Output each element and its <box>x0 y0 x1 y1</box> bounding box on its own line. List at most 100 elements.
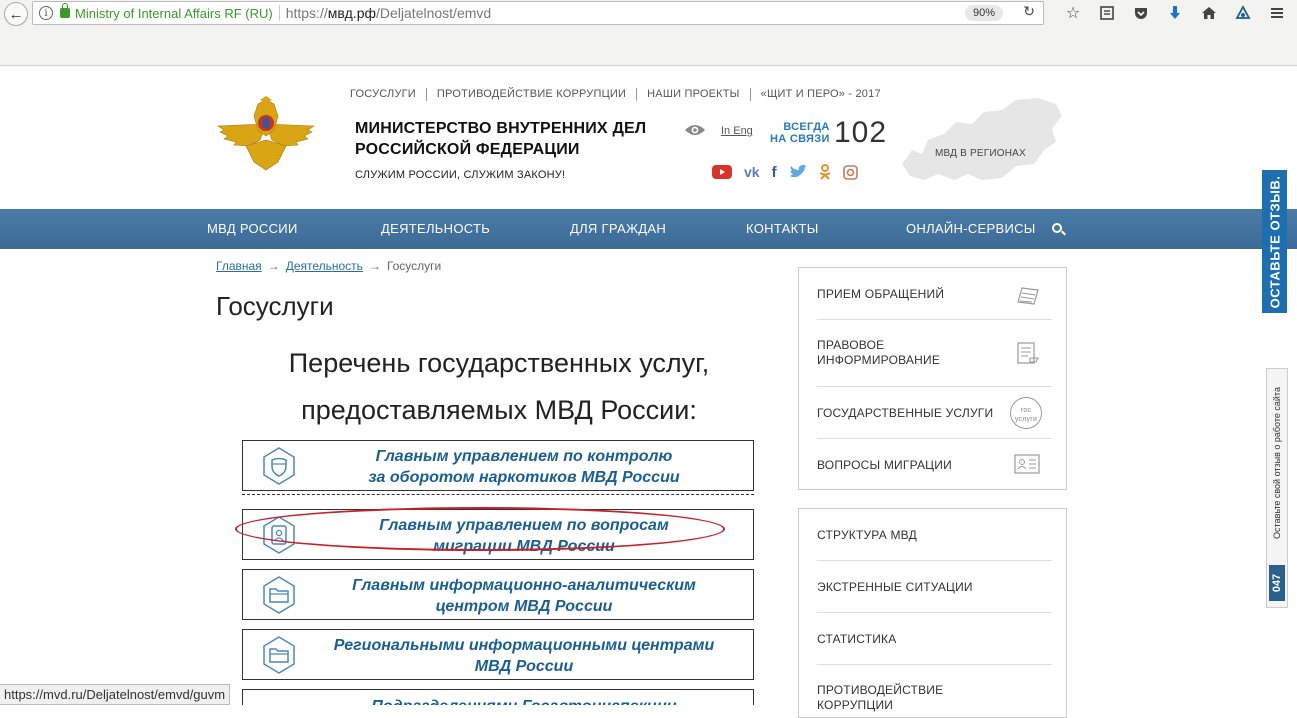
nav-contacts[interactable]: КОНТАКТЫ <box>746 209 819 249</box>
site-feedback-text: Оставьте свой отзыв о работе сайта <box>1272 387 1282 539</box>
regions-label[interactable]: МВД В РЕГИОНАХ <box>935 148 1026 159</box>
hotline-line1: ВСЕГДА <box>783 121 830 133</box>
url-prefix: https:// <box>285 5 328 21</box>
pocket-icon[interactable] <box>1124 2 1158 24</box>
ministry-title-line2: РОССИЙСКОЙ ФЕДЕРАЦИИ <box>355 141 580 158</box>
service-traffic-police[interactable]: Подразделениями Госавтоинспекции <box>242 689 754 705</box>
sidebar-item-migration[interactable]: ВОПРОСЫ МИГРАЦИИ <box>817 439 1052 489</box>
document-stack-icon <box>1017 342 1039 364</box>
sidebar-item-label: ПРИЕМ ОБРАЩЕНИЙ <box>817 287 945 301</box>
sidebar-item-label: ВОПРОСЫ МИГРАЦИИ <box>817 458 952 472</box>
hotline-label: ВСЕГДА НА СВЯЗИ <box>770 121 830 145</box>
sidebar-item-label: ГОСУДАРСТВЕННЫЕ УСЛУГИ <box>817 406 994 420</box>
service-regional-info[interactable]: Региональными информационными центрами М… <box>242 629 754 680</box>
sidebar-item-appeals[interactable]: ПРИЕМ ОБРАЩЕНИЙ <box>817 268 1052 320</box>
sidebar-item-label: ЭКСТРЕННЫЕ СИТУАЦИИ <box>817 580 973 594</box>
breadcrumb-activity[interactable]: Деятельность <box>286 259 363 273</box>
sidebar-item-label: СТРУКТУРА МВД <box>817 528 917 542</box>
document-pen-icon <box>1017 287 1039 305</box>
menu-icon[interactable] <box>1260 2 1294 24</box>
home-icon[interactable] <box>1192 2 1226 24</box>
service-line1: Главным информационно-аналитическим <box>352 577 696 594</box>
service-drug-control[interactable]: Главным управлением по контролю за оборо… <box>242 440 754 491</box>
sidebar-item-anticorruption[interactable]: ПРОТИВОДЕЙСТВИЕ КОРРУПЦИИ <box>817 665 1052 715</box>
service-line2: центром МВД России <box>435 598 613 615</box>
arrow-left-icon: ← <box>8 5 24 23</box>
breadcrumb-current: Госуслуги <box>386 259 442 273</box>
nav-for-citizens[interactable]: ДЛЯ ГРАЖДАН <box>570 209 666 249</box>
search-icon[interactable] <box>1052 223 1062 233</box>
site-feedback-widget[interactable]: Оставьте свой отзыв о работе сайта 047 <box>1266 368 1288 608</box>
service-line1: Региональными информационными центрами <box>333 637 715 654</box>
services-heading: Перечень государственных услуг, предоста… <box>240 340 758 434</box>
reload-icon[interactable]: ↻ <box>1023 3 1035 20</box>
url-bar[interactable]: i Ministry of Internal Affairs RF (RU) h… <box>32 1 1044 25</box>
feedback-counter-value: 047 <box>1271 573 1283 593</box>
download-icon[interactable] <box>1158 2 1192 24</box>
facebook-icon[interactable]: f <box>772 164 777 181</box>
breadcrumb: Главная → Деятельность → Госуслуги <box>216 259 441 273</box>
nav-activity[interactable]: ДЕЯТЕЛЬНОСТЬ <box>381 209 490 249</box>
top-link-anticorruption[interactable]: ПРОТИВОДЕЙСТВИЕ КОРРУПЦИИ <box>425 88 636 101</box>
services-heading-line1: Перечень государственных услуг, <box>288 348 710 378</box>
url-path: /Deljatelnost/emvd <box>376 5 492 21</box>
sidebar-item-emergency[interactable]: ЭКСТРЕННЫЕ СИТУАЦИИ <box>817 561 1052 613</box>
url-text[interactable]: https://мвд.рф/Deljatelnost/emvd <box>286 5 491 21</box>
zoom-indicator[interactable]: 90% <box>964 5 1003 21</box>
service-text: Региональными информационными центрами М… <box>303 635 745 677</box>
folder-icon <box>263 576 295 614</box>
sidebar-item-legal-info[interactable]: ПРАВОВОЕ ИНФОРМИРОВАНИЕ <box>817 320 1052 387</box>
star-icon[interactable]: ☆ <box>1056 2 1090 24</box>
shield-icon <box>263 447 295 485</box>
youtube-icon[interactable] <box>712 164 732 180</box>
toolbar-icons: ☆ <box>1056 2 1294 24</box>
feedback-counter: 047 <box>1269 565 1285 601</box>
url-host: мвд.рф <box>327 5 377 21</box>
instagram-icon[interactable] <box>842 164 858 180</box>
sidebar-item-label: ПРАВОВОЕ ИНФОРМИРОВАНИЕ <box>817 338 941 367</box>
feedback-tab-label: ОСТАВЬТЕ ОТЗЫВ. <box>1267 175 1282 308</box>
sidebar-panel-services: ПРИЕМ ОБРАЩЕНИЙ ПРАВОВОЕ ИНФОРМИРОВАНИЕ … <box>798 267 1067 490</box>
russia-map-icon[interactable] <box>898 94 1064 186</box>
sidebar-item-statistics[interactable]: СТАТИСТИКА <box>817 613 1052 665</box>
url-separator <box>278 5 280 21</box>
nav-mvd-russia[interactable]: МВД РОССИИ <box>207 209 298 249</box>
lock-icon <box>60 3 70 18</box>
eye-icon[interactable] <box>684 123 706 137</box>
top-link-shield-pen[interactable]: «ЩИТ И ПЕРО» - 2017 <box>749 88 891 101</box>
back-button[interactable]: ← <box>4 2 28 26</box>
sidebar-item-label: ПРОТИВОДЕЙСТВИЕ КОРРУПЦИИ <box>817 683 944 712</box>
page-title: Госуслуги <box>216 291 334 321</box>
sidebar-panel-info: СТРУКТУРА МВД ЭКСТРЕННЫЕ СИТУАЦИИ СТАТИС… <box>798 508 1067 718</box>
service-line2: МВД России <box>474 658 574 675</box>
odnoklassniki-icon[interactable] <box>819 164 831 180</box>
service-info-analytics[interactable]: Главным информационно-аналитическим цент… <box>242 569 754 620</box>
browser-chrome: ← i Ministry of Internal Affairs RF (RU)… <box>0 0 1297 66</box>
hotline-number: 102 <box>834 116 888 149</box>
service-line1: Главным управлением по контролю <box>375 448 673 465</box>
reading-list-icon[interactable] <box>1090 2 1124 24</box>
nav-online-services[interactable]: ОНЛАЙН-СЕРВИСЫ <box>906 209 1036 249</box>
sidebar-item-gov-services[interactable]: ГОСУДАРСТВЕННЫЕ УСЛУГИ гос услуги <box>817 387 1052 439</box>
feedback-tab[interactable]: ОСТАВЬТЕ ОТЗЫВ. <box>1262 170 1287 313</box>
breadcrumb-arrow: → <box>267 259 280 273</box>
gosuslugi-badge-icon: гос услуги <box>1010 397 1042 429</box>
top-link-gosuslugi[interactable]: ГОСУСЛУГИ <box>350 88 426 101</box>
dashed-divider <box>242 494 754 495</box>
breadcrumb-home[interactable]: Главная <box>216 259 262 273</box>
highlight-ellipse <box>235 507 725 551</box>
vk-icon[interactable]: vk <box>744 164 760 180</box>
info-icon[interactable]: i <box>39 6 53 20</box>
sidebar-item-structure[interactable]: СТРУКТУРА МВД <box>817 509 1052 561</box>
passport-icon <box>1014 454 1040 474</box>
social-links: vk f <box>712 164 858 181</box>
breadcrumb-arrow: → <box>368 259 381 273</box>
site-identity[interactable]: Ministry of Internal Affairs RF (RU) <box>75 6 273 21</box>
status-url-tooltip: https://mvd.ru/Deljatelnost/emvd/guvm <box>0 684 231 705</box>
twitter-icon[interactable] <box>789 164 807 180</box>
ministry-title[interactable]: МИНИСТЕРСТВО ВНУТРЕННИХ ДЕЛ РОССИЙСКОЙ Ф… <box>355 118 646 160</box>
sync-icon[interactable] <box>1226 2 1260 24</box>
lang-link[interactable]: In Eng <box>721 125 753 137</box>
mvd-emblem-icon[interactable] <box>216 96 316 172</box>
top-link-projects[interactable]: НАШИ ПРОЕКТЫ <box>636 88 749 101</box>
